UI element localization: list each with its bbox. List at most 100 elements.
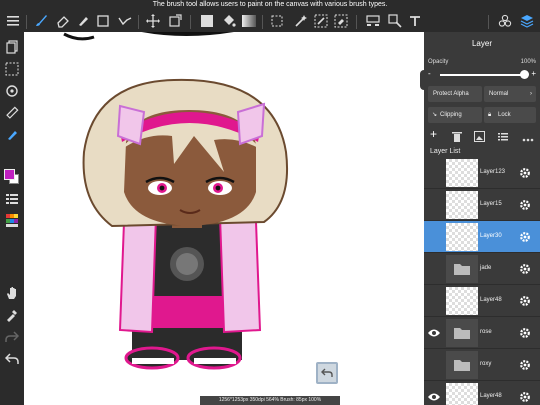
gear-icon[interactable] bbox=[518, 326, 532, 340]
layer-row[interactable]: Layer30 bbox=[424, 221, 540, 253]
redo-icon[interactable] bbox=[3, 328, 21, 346]
rotate-icon[interactable] bbox=[3, 82, 21, 100]
text-icon[interactable] bbox=[406, 12, 424, 30]
palette-icon[interactable] bbox=[3, 212, 21, 230]
toolbar-divider bbox=[356, 15, 357, 29]
visibility-eye-icon[interactable] bbox=[426, 199, 442, 211]
folder-icon bbox=[446, 351, 478, 379]
gear-icon[interactable] bbox=[518, 358, 532, 372]
folder-icon bbox=[446, 319, 478, 347]
blend-mode-value: Normal bbox=[489, 91, 509, 97]
toolbar-divider bbox=[488, 15, 489, 29]
layer-row[interactable]: Layer15 bbox=[424, 189, 540, 221]
smudge-icon[interactable] bbox=[74, 12, 92, 30]
layer-row[interactable]: jade bbox=[424, 253, 540, 285]
layer-row[interactable]: Layer48 bbox=[424, 381, 540, 405]
bucket-icon[interactable] bbox=[220, 12, 238, 30]
visibility-eye-icon[interactable] bbox=[426, 231, 442, 243]
select-eraser-icon[interactable] bbox=[332, 12, 350, 30]
visibility-eye-icon[interactable] bbox=[426, 295, 442, 307]
ruler-icon[interactable] bbox=[3, 104, 21, 122]
clipping-icon: ↘ bbox=[432, 112, 438, 118]
layer-row[interactable]: Layer48 bbox=[424, 285, 540, 317]
gear-icon[interactable] bbox=[518, 198, 532, 212]
fill-icon[interactable] bbox=[3, 126, 21, 144]
selection-pen-icon[interactable] bbox=[312, 12, 330, 30]
color-swatch[interactable] bbox=[3, 168, 21, 186]
layers-icon[interactable] bbox=[518, 12, 536, 30]
layer-panel: Layer Opacity 100% - + Protect Alpha Nor… bbox=[424, 32, 540, 405]
menu-icon[interactable] bbox=[4, 12, 22, 30]
tool-row bbox=[0, 10, 540, 32]
visibility-eye-icon[interactable] bbox=[426, 263, 442, 275]
fill-color-icon[interactable] bbox=[198, 12, 216, 30]
pages-icon[interactable] bbox=[3, 38, 21, 56]
visibility-eye-icon[interactable] bbox=[426, 359, 442, 371]
undo-icon[interactable] bbox=[3, 350, 21, 368]
opacity-minus-button[interactable]: - bbox=[428, 69, 431, 78]
eraser-icon[interactable] bbox=[54, 12, 72, 30]
opacity-slider-knob[interactable] bbox=[520, 70, 529, 79]
drawing-canvas[interactable] bbox=[24, 32, 424, 405]
reference-icon[interactable] bbox=[364, 12, 382, 30]
panel-title: Layer bbox=[471, 39, 492, 48]
layer-row[interactable]: Layer123 bbox=[424, 157, 540, 189]
gear-icon[interactable] bbox=[518, 390, 532, 404]
layer-row[interactable]: rose bbox=[424, 317, 540, 349]
protect-alpha-button[interactable]: Protect Alpha bbox=[428, 86, 482, 102]
layer-thumbnail bbox=[446, 159, 478, 187]
clipping-label: Clipping bbox=[440, 112, 462, 118]
layer-row[interactable]: roxy bbox=[424, 349, 540, 381]
layer-name: roxy bbox=[480, 361, 492, 367]
layer-name: Layer123 bbox=[480, 169, 506, 175]
status-bar: 1256*1253px 350dpi 564% Brush: 85px 100% bbox=[200, 396, 340, 405]
layer-list-icon[interactable] bbox=[498, 129, 508, 147]
toolbar-divider bbox=[26, 15, 27, 29]
lock-button[interactable]: 🔒︎ Lock bbox=[484, 107, 536, 123]
opacity-label: Opacity bbox=[428, 59, 449, 65]
visibility-eye-icon[interactable] bbox=[426, 167, 442, 179]
primary-color-swatch[interactable] bbox=[4, 169, 15, 180]
curve-icon[interactable] bbox=[116, 12, 134, 30]
copy-paste-icon[interactable] bbox=[386, 12, 404, 30]
top-toolbar: The brush tool allows users to paint on … bbox=[0, 0, 540, 32]
gradient-icon[interactable] bbox=[240, 12, 258, 30]
gear-icon[interactable] bbox=[518, 262, 532, 276]
quick-undo-button[interactable] bbox=[316, 362, 338, 384]
gear-icon[interactable] bbox=[518, 294, 532, 308]
opacity-plus-button[interactable]: + bbox=[531, 69, 536, 78]
layer-thumbnail bbox=[446, 287, 478, 315]
layer-list-label: Layer List bbox=[430, 148, 461, 155]
eyedropper-icon[interactable] bbox=[3, 306, 21, 324]
toolbar-divider bbox=[190, 15, 191, 29]
opacity-slider-fill bbox=[440, 74, 524, 76]
shape-icon[interactable] bbox=[94, 12, 112, 30]
hand-icon[interactable] bbox=[3, 284, 21, 302]
add-layer-icon[interactable]: + bbox=[430, 128, 437, 140]
toolbar-divider bbox=[138, 15, 139, 29]
brush-icon[interactable] bbox=[32, 12, 50, 30]
more-options-icon[interactable] bbox=[522, 129, 534, 147]
visibility-eye-icon[interactable] bbox=[426, 327, 442, 339]
gear-icon[interactable] bbox=[518, 166, 532, 180]
magic-wand-icon[interactable] bbox=[292, 12, 310, 30]
clipping-button[interactable]: ↘ Clipping bbox=[428, 107, 482, 123]
blend-mode-select[interactable]: Normal › bbox=[484, 86, 536, 102]
transform-icon[interactable] bbox=[166, 12, 184, 30]
layer-name: Layer48 bbox=[480, 297, 502, 303]
select-rect-icon[interactable] bbox=[268, 12, 286, 30]
visibility-eye-icon[interactable] bbox=[426, 391, 442, 403]
materials-icon[interactable] bbox=[496, 12, 514, 30]
tool-tip: The brush tool allows users to paint on … bbox=[152, 1, 388, 8]
folder-icon bbox=[446, 255, 478, 283]
layer-name: Layer15 bbox=[480, 201, 502, 207]
delete-layer-icon[interactable] bbox=[452, 129, 462, 147]
gear-icon[interactable] bbox=[518, 230, 532, 244]
layer-list-icon[interactable] bbox=[3, 190, 21, 208]
selection-icon[interactable] bbox=[3, 60, 21, 78]
layer-name: Layer30 bbox=[480, 233, 502, 239]
import-image-icon[interactable] bbox=[474, 129, 485, 147]
opacity-slider[interactable] bbox=[440, 70, 529, 79]
layer-thumbnail bbox=[446, 383, 478, 405]
move-icon[interactable] bbox=[144, 12, 162, 30]
